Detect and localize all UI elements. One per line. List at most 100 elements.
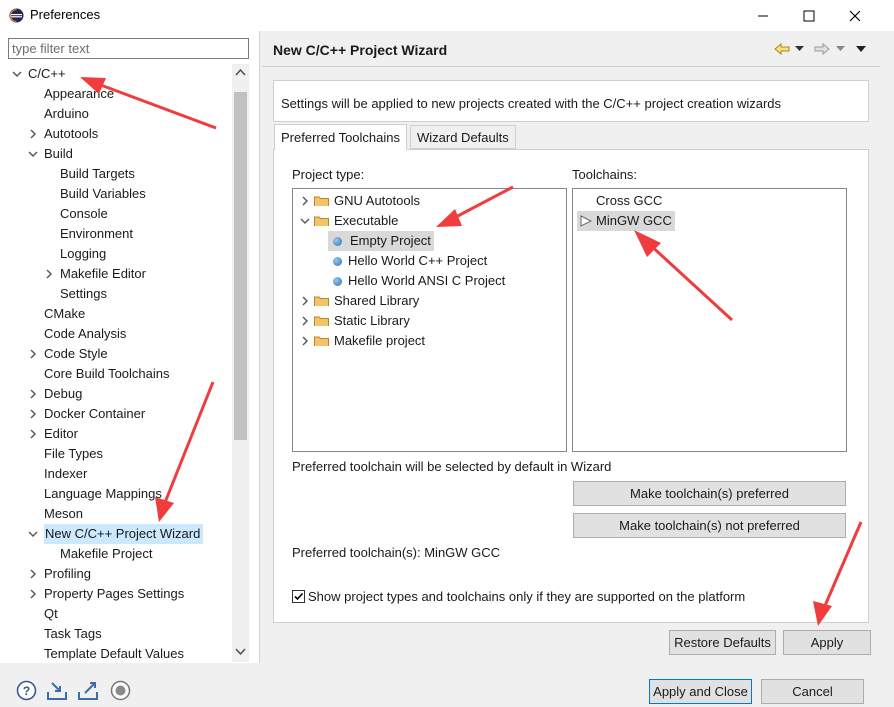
tree-item[interactable]: Build <box>8 144 232 164</box>
chevron-down-icon[interactable] <box>28 529 38 539</box>
project-type-item[interactable]: Shared Library <box>293 291 565 311</box>
checkmark-icon <box>294 592 304 601</box>
tree-item[interactable]: File Types <box>8 444 232 464</box>
tree-item-label: Debug <box>44 386 83 401</box>
tree-item[interactable]: Qt <box>8 604 232 624</box>
project-type-item[interactable]: Makefile project <box>293 331 565 351</box>
tree-item[interactable]: Core Build Toolchains <box>8 364 232 384</box>
tree-item[interactable]: CMake <box>8 304 232 324</box>
forward-menu-icon[interactable] <box>836 46 845 52</box>
chevron-down-icon[interactable] <box>12 69 22 79</box>
make-preferred-button[interactable]: Make toolchain(s) preferred <box>573 481 846 506</box>
export-icon[interactable] <box>77 680 99 701</box>
tree-item-label: Appearance <box>44 86 115 101</box>
maximize-icon <box>803 10 815 21</box>
scroll-up-icon[interactable] <box>235 68 246 76</box>
tree-item-label: Template Default Values <box>44 646 184 661</box>
tree-item[interactable]: New C/C++ Project Wizard <box>8 524 232 544</box>
apply-button[interactable]: Apply <box>783 630 871 655</box>
toolchain-item[interactable]: MinGW GCC <box>577 211 675 231</box>
tree-item[interactable]: Template Default Values <box>8 644 232 662</box>
tree-item-label: Editor <box>44 426 78 441</box>
tree-item[interactable]: Makefile Editor <box>8 264 232 284</box>
chevron-right-icon[interactable] <box>28 429 38 439</box>
tree-item[interactable]: Debug <box>8 384 232 404</box>
tree-item[interactable]: C/C++ <box>8 64 232 84</box>
supported-only-checkbox[interactable] <box>292 590 305 603</box>
project-type-item-label: Static Library <box>334 313 410 328</box>
toolchain-item[interactable]: Cross GCC <box>577 191 662 211</box>
forward-arrow-icon[interactable] <box>813 42 831 56</box>
project-type-tree[interactable]: GNU Autotools Executable Empty Project Hell… <box>292 188 567 452</box>
back-menu-icon[interactable] <box>795 46 804 52</box>
chevron-right-icon[interactable] <box>28 589 38 599</box>
tree-scroll-thumb[interactable] <box>234 92 247 440</box>
project-type-item[interactable]: Static Library <box>293 311 565 331</box>
tree-item[interactable]: Arduino <box>8 104 232 124</box>
maximize-button[interactable] <box>786 0 832 31</box>
tree-item[interactable]: Settings <box>8 284 232 304</box>
tree-item[interactable]: Profiling <box>8 564 232 584</box>
chevron-right-icon[interactable] <box>28 409 38 419</box>
project-type-item[interactable]: Hello World ANSI C Project <box>293 271 565 291</box>
tree-item[interactable]: Meson <box>8 504 232 524</box>
tree-item[interactable]: Language Mappings <box>8 484 232 504</box>
back-arrow-icon[interactable] <box>773 42 791 56</box>
tab-preferred-toolchains[interactable]: Preferred Toolchains <box>274 124 407 150</box>
tree-item[interactable]: Indexer <box>8 464 232 484</box>
tree-item[interactable]: Editor <box>8 424 232 444</box>
tree-item[interactable]: Code Style <box>8 344 232 364</box>
tree-item-label: Makefile Project <box>60 546 153 561</box>
project-item-icon <box>333 237 342 246</box>
chevron-right-icon[interactable] <box>44 269 54 279</box>
chevron-right-icon[interactable] <box>28 569 38 579</box>
record-icon[interactable] <box>110 680 131 701</box>
tree-item-label: Meson <box>44 506 84 521</box>
tree-item-label: Build Variables <box>60 186 146 201</box>
tree-item-label: Settings <box>60 286 107 301</box>
tree-item-label: Autotools <box>44 126 99 141</box>
tree-item[interactable]: Logging <box>8 244 232 264</box>
restore-defaults-button[interactable]: Restore Defaults <box>669 630 776 655</box>
tree-item-label: Core Build Toolchains <box>44 366 170 381</box>
scroll-down-icon[interactable] <box>235 648 246 656</box>
project-type-item[interactable]: Executable <box>293 211 565 231</box>
minimize-button[interactable] <box>740 0 786 31</box>
project-type-item[interactable]: GNU Autotools <box>293 191 565 211</box>
toolchains-list[interactable]: Cross GCC MinGW GCC <box>572 188 847 452</box>
tree-item[interactable]: Property Pages Settings <box>8 584 232 604</box>
chevron-right-icon[interactable] <box>300 336 310 346</box>
tree-item[interactable]: Build Targets <box>8 164 232 184</box>
preferences-tree[interactable]: C/C++ Appearance Arduino Autotools Build Buil… <box>8 64 232 662</box>
cancel-button[interactable]: Cancel <box>761 679 864 704</box>
tree-item[interactable]: Docker Container <box>8 404 232 424</box>
apply-and-close-button[interactable]: Apply and Close <box>649 679 752 704</box>
tree-item[interactable]: Code Analysis <box>8 324 232 344</box>
tree-item-label: Console <box>60 206 108 221</box>
chevron-right-icon[interactable] <box>28 389 38 399</box>
project-type-item[interactable]: Empty Project <box>293 231 565 251</box>
filter-input[interactable] <box>8 38 249 59</box>
make-not-preferred-button[interactable]: Make toolchain(s) not preferred <box>573 513 846 538</box>
chevron-down-icon[interactable] <box>300 216 310 226</box>
close-button[interactable] <box>832 0 878 31</box>
chevron-right-icon[interactable] <box>28 129 38 139</box>
project-type-item[interactable]: Hello World C++ Project <box>293 251 565 271</box>
tree-item[interactable]: Console <box>8 204 232 224</box>
chevron-right-icon[interactable] <box>300 296 310 306</box>
tree-item[interactable]: Build Variables <box>8 184 232 204</box>
help-icon[interactable]: ? <box>16 680 37 701</box>
tree-item[interactable]: Autotools <box>8 124 232 144</box>
tree-item[interactable]: Environment <box>8 224 232 244</box>
tab-wizard-defaults[interactable]: Wizard Defaults <box>410 125 516 149</box>
tree-item[interactable]: Appearance <box>8 84 232 104</box>
view-menu-icon[interactable] <box>856 46 866 52</box>
chevron-right-icon[interactable] <box>300 196 310 206</box>
tree-item[interactable]: Makefile Project <box>8 544 232 564</box>
import-icon[interactable] <box>46 680 68 701</box>
chevron-right-icon[interactable] <box>300 316 310 326</box>
tree-item[interactable]: Task Tags <box>8 624 232 644</box>
chevron-right-icon[interactable] <box>28 349 38 359</box>
chevron-down-icon[interactable] <box>28 149 38 159</box>
svg-text:?: ? <box>23 684 30 698</box>
